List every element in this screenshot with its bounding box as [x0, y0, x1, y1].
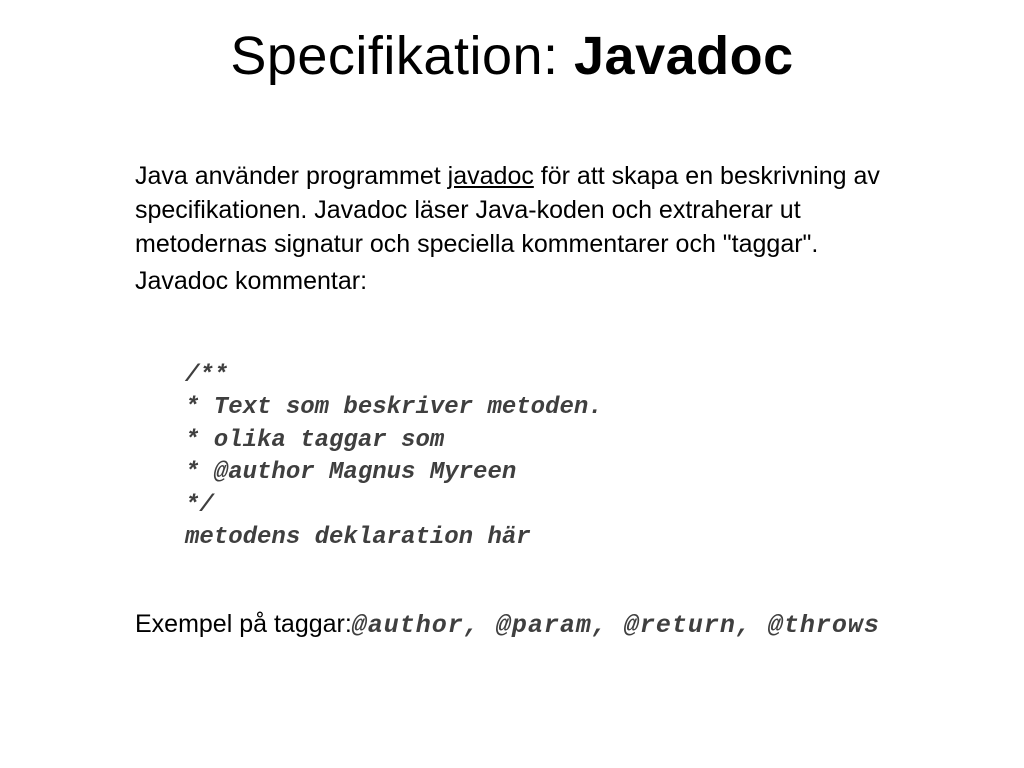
slide-title: Specifikation: Javadoc [0, 25, 1024, 87]
footer-line: Exempel på taggar:@author, @param, @retu… [135, 610, 935, 640]
body-text: Java använder programmet javadoc för att… [135, 160, 905, 303]
code-line-5: */ [185, 492, 214, 519]
code-block: /** * Text som beskriver metoden. * olik… [185, 360, 603, 554]
p1-text-a: Java använder programmet [135, 162, 448, 190]
paragraph-2: Javadoc kommentar: [135, 265, 905, 299]
code-line-1: /** [185, 362, 228, 389]
footer-label: Exempel på taggar: [135, 610, 352, 638]
footer-tags: @author, @param, @return, @throws [352, 611, 880, 640]
p1-underline: javadoc [448, 162, 534, 190]
slide: Specifikation: Javadoc Java använder pro… [0, 0, 1024, 768]
code-line-6: metodens deklaration här [185, 524, 531, 551]
code-line-2: * Text som beskriver metoden. [185, 394, 603, 421]
paragraph-1: Java använder programmet javadoc för att… [135, 160, 905, 261]
code-line-4: * @author Magnus Myreen [185, 459, 516, 486]
title-plain: Specifikation: [230, 26, 574, 86]
title-bold: Javadoc [574, 26, 794, 86]
code-line-3: * olika taggar som [185, 427, 444, 454]
